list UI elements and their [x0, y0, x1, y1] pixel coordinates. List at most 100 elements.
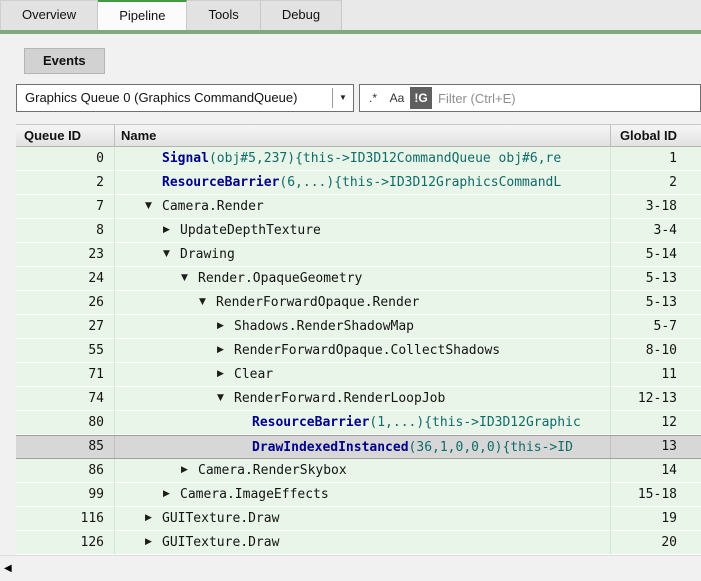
marker-label: Render.OpaqueGeometry [198, 267, 362, 290]
api-call-name: Signal [162, 147, 209, 170]
event-row[interactable]: 26▼RenderForwardOpaque.Render5-13 [16, 291, 701, 315]
literal-toggle-button[interactable]: !G [410, 87, 432, 109]
tree-collapsed-arrow-icon[interactable]: ▶ [163, 483, 180, 506]
table-header-row: Queue ID Name Global ID [16, 124, 701, 147]
marker-label: RenderForward.RenderLoopJob [234, 387, 445, 410]
tree-indent [121, 422, 235, 423]
global-id-cell: 3-18 [611, 195, 701, 218]
queue-id-cell: 80 [16, 411, 115, 434]
event-row[interactable]: 99▶Camera.ImageEffects15-18 [16, 483, 701, 507]
queue-id-cell: 7 [16, 195, 115, 218]
name-cell: Signal(obj#5,237) {this->ID3D12CommandQu… [115, 147, 611, 170]
queue-id-cell: 71 [16, 363, 115, 386]
event-row[interactable]: 126▶GUITexture.Draw20 [16, 531, 701, 555]
scroll-left-icon[interactable]: ◀ [4, 563, 12, 574]
marker-label: Shadows.RenderShadowMap [234, 315, 414, 338]
tree-expanded-arrow-icon[interactable]: ▼ [145, 195, 162, 218]
tree-indent [121, 398, 217, 399]
tree-collapsed-arrow-icon[interactable]: ▶ [181, 459, 198, 482]
event-row[interactable]: 23▼Drawing5-14 [16, 243, 701, 267]
tree-indent [121, 374, 217, 375]
queue-id-cell: 116 [16, 507, 115, 530]
queue-select-dropdown[interactable]: Graphics Queue 0 (Graphics CommandQueue)… [16, 84, 354, 112]
column-header-name[interactable]: Name [115, 125, 611, 146]
event-row[interactable]: 71 ▶Clear 11 [16, 363, 701, 387]
tab-bar: OverviewPipelineToolsDebug [0, 0, 701, 30]
name-cell: ResourceBarrier(1,...) {this->ID3D12Grap… [115, 411, 611, 434]
tree-collapsed-arrow-icon[interactable]: ▶ [217, 339, 234, 362]
queue-id-cell: 85 [16, 436, 115, 458]
global-id-cell: 5-13 [611, 291, 701, 314]
tree-indent [121, 470, 181, 471]
tab-debug[interactable]: Debug [261, 0, 342, 30]
marker-label: Camera.RenderSkybox [198, 459, 347, 482]
tree-indent [121, 518, 145, 519]
name-cell: ResourceBarrier(6,...) {this->ID3D12Grap… [115, 171, 611, 194]
tree-collapsed-arrow-icon[interactable]: ▶ [145, 507, 162, 530]
name-cell: ▶Shadows.RenderShadowMap [115, 315, 611, 338]
global-id-cell: 2 [611, 171, 701, 194]
api-call-detail: {this->ID3D12GraphicsCommandL [334, 171, 561, 194]
tree-indent [121, 254, 163, 255]
event-row[interactable]: 27▶Shadows.RenderShadowMap5-7 [16, 315, 701, 339]
chevron-down-icon: ▼ [333, 85, 353, 111]
column-header-queue-id[interactable]: Queue ID [16, 125, 115, 146]
tree-expanded-arrow-icon[interactable]: ▼ [217, 387, 234, 410]
regex-toggle-button[interactable]: .* [362, 87, 384, 109]
marker-label: GUITexture.Draw [162, 507, 279, 530]
marker-label: GUITexture.Draw [162, 531, 279, 554]
tree-expanded-arrow-icon[interactable]: ▼ [181, 267, 198, 290]
marker-label: Drawing [180, 243, 235, 266]
events-panel: Events Graphics Queue 0 (Graphics Comman… [0, 34, 701, 555]
event-row[interactable]: 0Signal(obj#5,237) {this->ID3D12CommandQ… [16, 147, 701, 171]
column-header-global-id[interactable]: Global ID [611, 125, 701, 146]
event-browser-table: Queue ID Name Global ID 0Signal(obj#5,23… [16, 124, 701, 555]
queue-id-cell: 8 [16, 219, 115, 242]
event-row[interactable]: 86▶Camera.RenderSkybox14 [16, 459, 701, 483]
event-row[interactable]: 24▼Render.OpaqueGeometry5-13 [16, 267, 701, 291]
event-row[interactable]: 8▶UpdateDepthTexture3-4 [16, 219, 701, 243]
tree-indent [121, 278, 181, 279]
tree-collapsed-arrow-icon[interactable]: ▶ [145, 531, 162, 554]
event-row[interactable]: 80ResourceBarrier(1,...) {this->ID3D12Gr… [16, 411, 701, 435]
event-table-body: 0Signal(obj#5,237) {this->ID3D12CommandQ… [16, 147, 701, 555]
api-call-name: ResourceBarrier [162, 171, 279, 194]
tree-indent [121, 302, 199, 303]
filter-bar: .*Aa!G [359, 84, 701, 112]
tree-indent [121, 158, 145, 159]
queue-id-cell: 23 [16, 243, 115, 266]
tree-expanded-arrow-icon[interactable]: ▼ [163, 243, 180, 266]
tab-pipeline[interactable]: Pipeline [98, 0, 187, 30]
marker-label: RenderForwardOpaque.Render [216, 291, 420, 314]
case-sensitive-toggle-button[interactable]: Aa [386, 87, 408, 109]
marker-label: RenderForwardOpaque.CollectShadows [234, 339, 500, 362]
tree-collapsed-arrow-icon[interactable]: ▶ [217, 315, 234, 338]
tree-indent [121, 326, 217, 327]
tree-collapsed-arrow-icon[interactable]: ▶ [217, 363, 234, 386]
global-id-cell: 12 [611, 411, 701, 434]
events-panel-tab[interactable]: Events [24, 48, 105, 74]
tree-collapsed-arrow-icon[interactable]: ▶ [163, 219, 180, 242]
global-id-cell: 8-10 [611, 339, 701, 362]
tab-tools[interactable]: Tools [187, 0, 260, 30]
name-cell: ▼Drawing [115, 243, 611, 266]
tree-expanded-arrow-icon[interactable]: ▼ [199, 291, 216, 314]
marker-label: Clear [234, 363, 273, 386]
horizontal-scrollbar[interactable]: ◀ [0, 555, 701, 581]
name-cell: ▶GUITexture.Draw [115, 531, 611, 554]
event-row[interactable]: 55▶RenderForwardOpaque.CollectShadows8-1… [16, 339, 701, 363]
tree-indent [121, 206, 145, 207]
event-row[interactable]: 7▼Camera.Render3-18 [16, 195, 701, 219]
global-id-cell: 11 [611, 363, 701, 386]
global-id-cell: 5-13 [611, 267, 701, 290]
event-row[interactable]: 74▼RenderForward.RenderLoopJob12-13 [16, 387, 701, 411]
event-row[interactable]: 2ResourceBarrier(6,...) {this->ID3D12Gra… [16, 171, 701, 195]
api-call-name: ResourceBarrier [252, 411, 369, 434]
filter-input[interactable] [432, 86, 700, 110]
global-id-cell: 12-13 [611, 387, 701, 410]
event-row[interactable]: 116▶GUITexture.Draw19 [16, 507, 701, 531]
tab-overview[interactable]: Overview [0, 0, 98, 30]
event-row[interactable]: 85DrawIndexedInstanced(36,1,0,0,0) {this… [16, 435, 701, 459]
marker-label: Camera.ImageEffects [180, 483, 329, 506]
name-cell: ▼Camera.Render [115, 195, 611, 218]
